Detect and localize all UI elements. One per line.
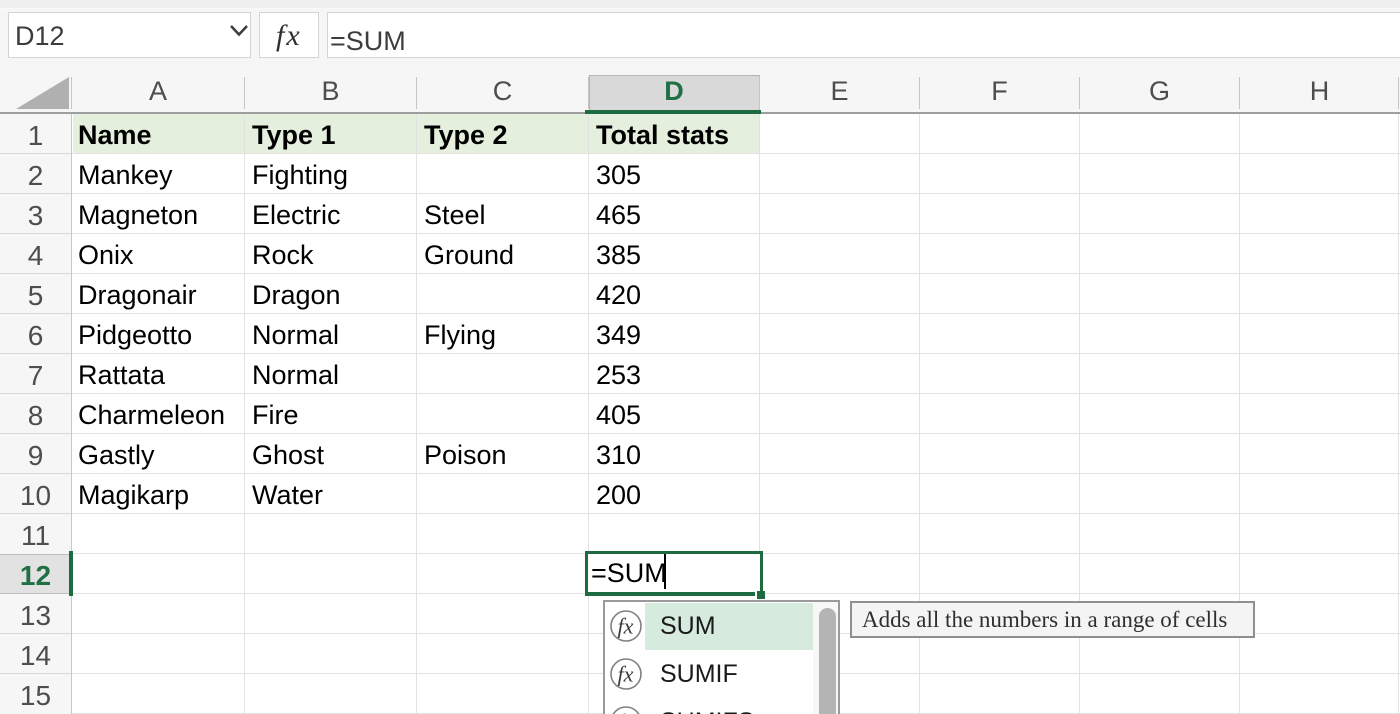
svg-text:fx: fx <box>618 710 634 714</box>
svg-text:fx: fx <box>618 662 634 687</box>
svg-text:fx: fx <box>618 614 634 639</box>
